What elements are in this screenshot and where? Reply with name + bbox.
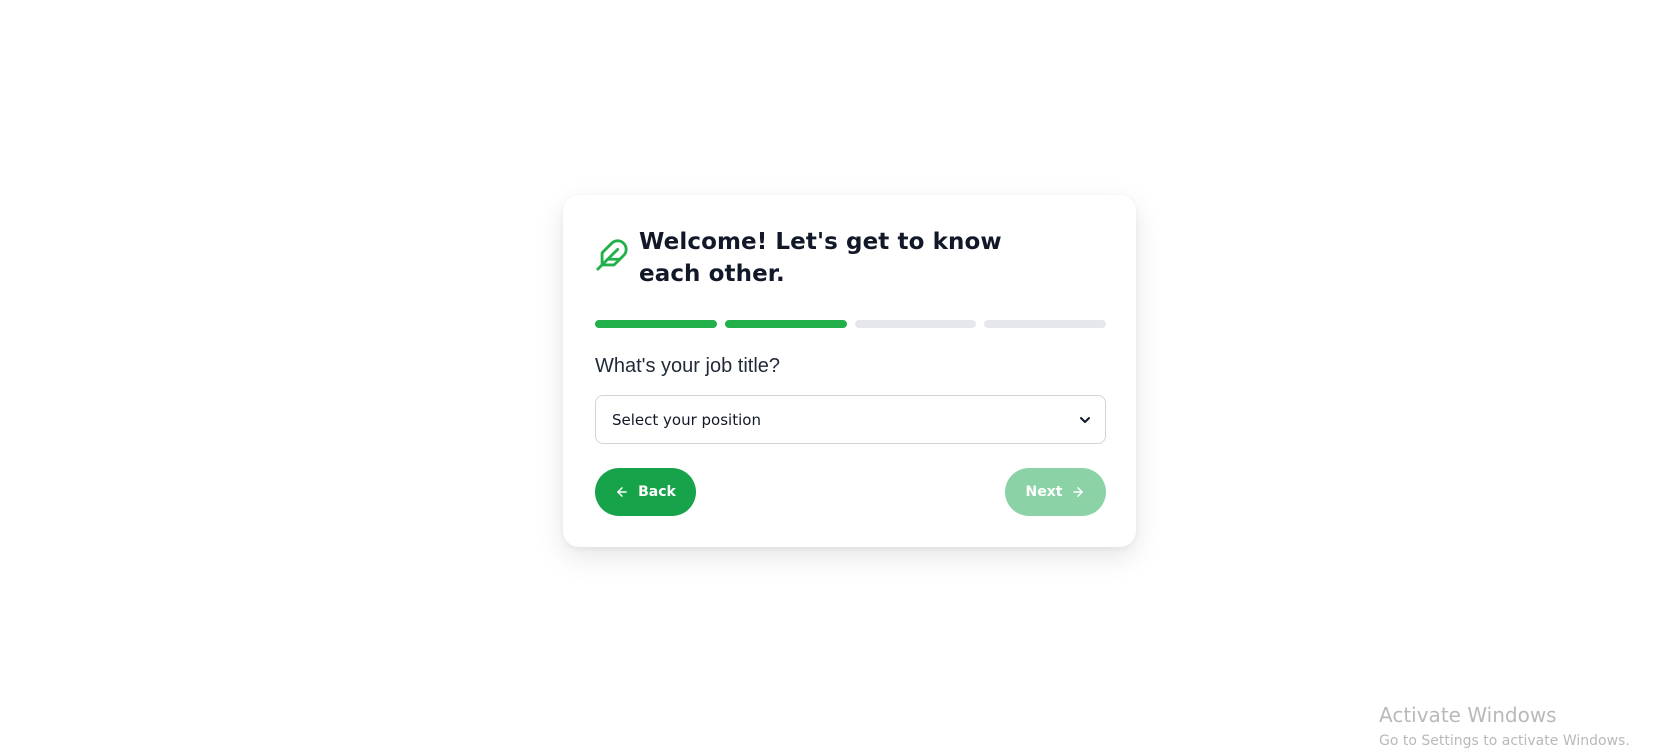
onboarding-card: Welcome! Let's get to know each other. W… bbox=[563, 195, 1136, 547]
arrow-left-icon bbox=[617, 487, 627, 497]
back-button[interactable]: Back bbox=[595, 468, 696, 516]
progress-step-2 bbox=[724, 320, 847, 328]
arrow-right-icon bbox=[1073, 487, 1084, 497]
watermark-subtitle: Go to Settings to activate Windows. bbox=[1379, 733, 1630, 749]
job-title-select[interactable]: Select your position bbox=[595, 395, 1106, 444]
activation-watermark: Activate Windows Go to Settings to activ… bbox=[1379, 703, 1630, 751]
progress-step-4 bbox=[984, 320, 1106, 328]
step-progress bbox=[595, 320, 1106, 328]
feather-icon bbox=[596, 239, 628, 271]
progress-step-1 bbox=[595, 320, 717, 328]
next-button[interactable]: Next bbox=[1005, 468, 1106, 516]
watermark-title: Activate Windows bbox=[1379, 703, 1557, 727]
chevron-down-icon bbox=[1080, 416, 1090, 423]
back-button-label: Back bbox=[638, 484, 676, 500]
progress-step-3 bbox=[854, 320, 977, 328]
next-button-label: Next bbox=[1025, 484, 1063, 500]
card-header: Welcome! Let's get to know each other. bbox=[595, 226, 1105, 290]
page-title: Welcome! Let's get to know each other. bbox=[639, 229, 1002, 287]
select-value: Select your position bbox=[612, 410, 761, 429]
question-label: What's your job title? bbox=[595, 355, 781, 377]
